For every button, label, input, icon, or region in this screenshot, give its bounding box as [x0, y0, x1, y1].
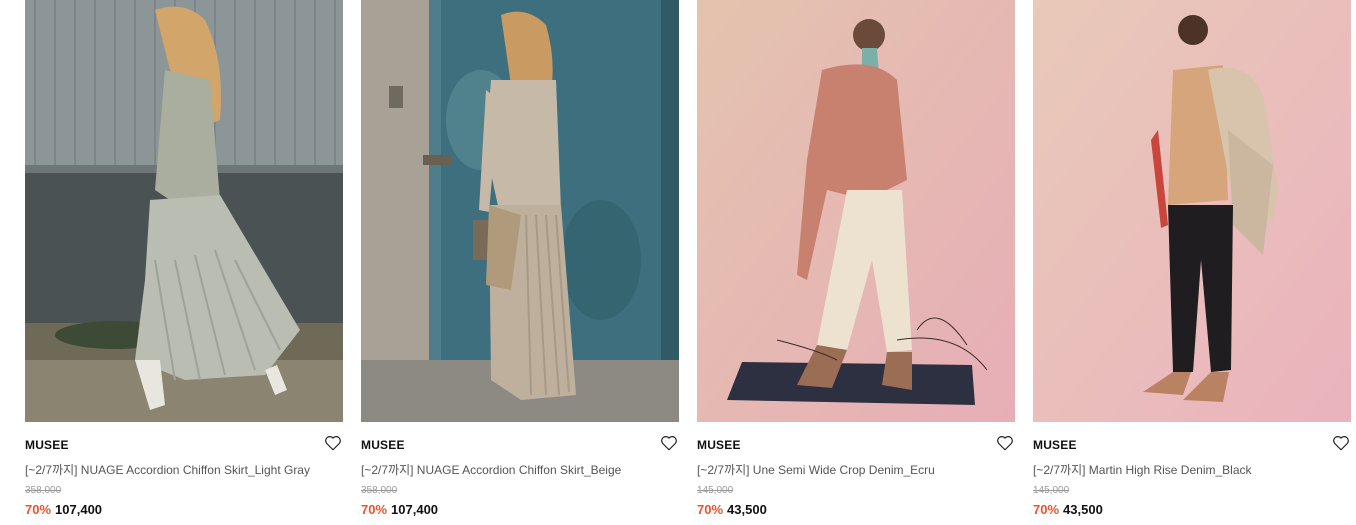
- discount-rate: 70%: [1033, 502, 1060, 517]
- product-info: MUSEE [~2/7까지] Une Semi Wide Crop Denim_…: [697, 422, 1015, 525]
- original-price: 358,000: [25, 485, 62, 496]
- sale-price-line: 70% 107,400: [361, 502, 438, 517]
- product-info: MUSEE [~2/7까지] NUAGE Accordion Chiffon S…: [25, 422, 343, 525]
- product-name[interactable]: [~2/7까지] Martin High Rise Denim_Black: [1033, 461, 1252, 478]
- product-grid: MUSEE [~2/7까지] NUAGE Accordion Chiffon S…: [25, 0, 1351, 525]
- sale-price-line: 70% 43,500: [697, 502, 767, 517]
- discount-rate: 70%: [697, 502, 724, 517]
- discount-rate: 70%: [25, 502, 52, 517]
- product-name[interactable]: [~2/7까지] NUAGE Accordion Chiffon Skirt_B…: [361, 461, 621, 478]
- product-name[interactable]: [~2/7까지] NUAGE Accordion Chiffon Skirt_L…: [25, 461, 310, 478]
- product-card[interactable]: MUSEE [~2/7까지] NUAGE Accordion Chiffon S…: [25, 0, 343, 525]
- product-card[interactable]: MUSEE [~2/7까지] Martin High Rise Denim_Bl…: [1033, 0, 1351, 525]
- product-image[interactable]: [361, 0, 679, 422]
- product-info: MUSEE [~2/7까지] NUAGE Accordion Chiffon S…: [361, 422, 679, 525]
- sale-price: 107,400: [391, 502, 439, 517]
- sale-price: 43,500: [1063, 502, 1103, 517]
- original-price: 145,000: [697, 485, 734, 496]
- heart-outline-icon[interactable]: [1332, 434, 1350, 452]
- heart-outline-icon[interactable]: [996, 434, 1014, 452]
- product-card[interactable]: MUSEE [~2/7까지] NUAGE Accordion Chiffon S…: [361, 0, 679, 525]
- sale-price: 107,400: [55, 502, 103, 517]
- product-name[interactable]: [~2/7까지] Une Semi Wide Crop Denim_Ecru: [697, 461, 935, 478]
- original-price: 145,000: [1033, 485, 1070, 496]
- product-info: MUSEE [~2/7까지] Martin High Rise Denim_Bl…: [1033, 422, 1351, 525]
- discount-rate: 70%: [361, 502, 388, 517]
- product-image[interactable]: [1033, 0, 1351, 422]
- product-brand[interactable]: MUSEE: [697, 438, 741, 452]
- product-brand[interactable]: MUSEE: [25, 438, 69, 452]
- sale-price-line: 70% 107,400: [25, 502, 102, 517]
- sale-price-line: 70% 43,500: [1033, 502, 1103, 517]
- product-brand[interactable]: MUSEE: [361, 438, 405, 452]
- sale-price: 43,500: [727, 502, 767, 517]
- product-brand[interactable]: MUSEE: [1033, 438, 1077, 452]
- original-price: 358,000: [361, 485, 398, 496]
- product-card[interactable]: MUSEE [~2/7까지] Une Semi Wide Crop Denim_…: [697, 0, 1015, 525]
- heart-outline-icon[interactable]: [324, 434, 342, 452]
- product-image[interactable]: [697, 0, 1015, 422]
- heart-outline-icon[interactable]: [660, 434, 678, 452]
- product-image[interactable]: [25, 0, 343, 422]
